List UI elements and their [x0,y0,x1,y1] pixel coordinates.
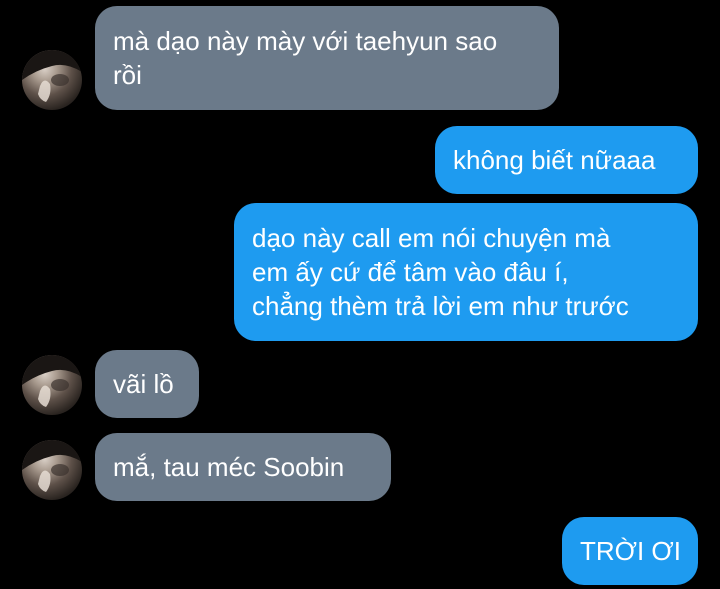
message-bubble-received[interactable]: vãi lồ [95,350,199,418]
message-text-line: không biết nữaaa [453,145,656,175]
message-text-line: rồi [113,60,142,90]
message-text-line: TRỜI ƠI [580,536,681,566]
message-bubble-sent[interactable]: không biết nữaaa [435,126,698,194]
contact-avatar[interactable] [22,355,82,415]
message-text-line: mắ, tau méc Soobin [113,452,345,482]
contact-avatar[interactable] [22,440,82,500]
chat-screen: { "conversation": { "messages": [ {"side… [0,0,720,589]
message-text-line: vãi lồ [113,369,174,399]
message-bubble-received[interactable]: mà dạo này mày với taehyun sao rồi [95,6,559,110]
avatar-photo-icon [22,50,82,102]
message-text-line: dạo này call em nói chuyện mà [252,223,611,253]
message-bubble-sent[interactable]: TRỜI ƠI [562,517,698,585]
contact-avatar[interactable] [22,50,82,110]
avatar-photo-icon [22,355,82,407]
message-text-line: mà dạo này mày với taehyun sao [113,26,498,56]
avatar-photo-icon [22,440,82,492]
message-bubble-sent[interactable]: dạo này call em nói chuyện mà em ấy cứ đ… [234,203,698,341]
message-text-line: chẳng thèm trả lời em như trước [252,291,629,321]
message-bubble-received[interactable]: mắ, tau méc Soobin [95,433,391,501]
message-text-line: em ấy cứ để tâm vào đâu í, [252,257,569,287]
